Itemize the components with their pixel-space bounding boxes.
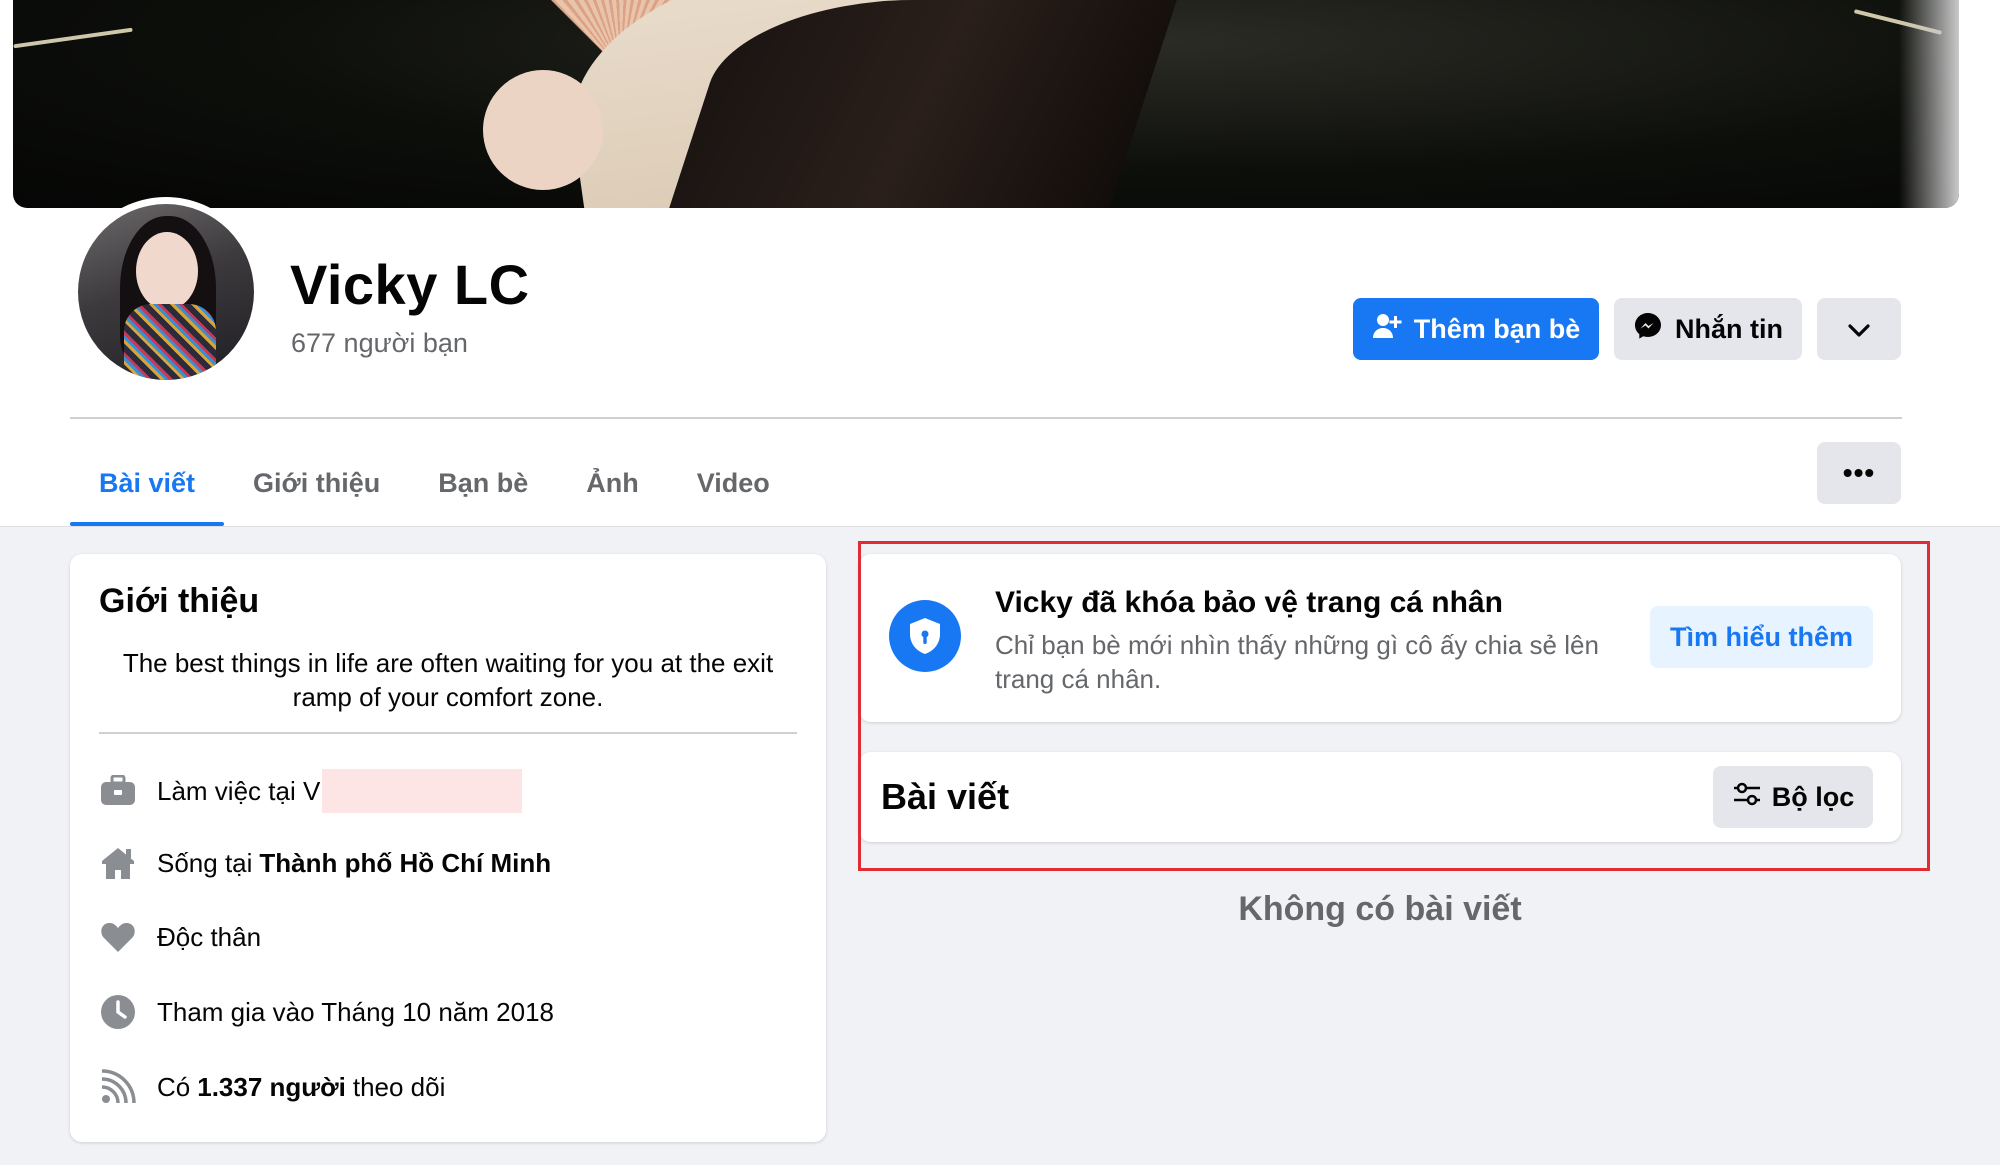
header-bottom-border [0,526,2000,527]
joined-date: Tham gia vào Tháng 10 năm 2018 [157,996,555,1027]
more-options-button[interactable] [1817,298,1901,360]
message-button[interactable]: Nhắn tin [1614,298,1802,360]
add-friend-icon [1372,312,1402,347]
branch-decoration [13,27,133,49]
message-label: Nhắn tin [1675,313,1783,344]
no-posts-message: Không có bài viết [1238,890,1522,928]
highlight-annotation [858,541,1930,871]
chevron-down-icon [1848,314,1870,345]
home-icon [99,844,137,882]
intro-divider [99,732,797,734]
friends-count[interactable]: 677 người bạn [291,328,468,359]
add-friend-label: Thêm bạn bè [1413,313,1581,344]
header-divider [70,417,1902,419]
relationship-info: Độc thân [99,912,261,962]
cover-photo[interactable] [13,0,1959,208]
messenger-icon [1633,311,1663,348]
followers-suffix: theo dõi [352,1071,446,1102]
tab-posts[interactable]: Bài viết [70,440,225,526]
redacted-block [322,769,523,813]
clock-icon [99,993,137,1031]
profile-tabs: Bài viết Giới thiệu Bạn bè Ảnh Video [70,440,799,526]
joined-info: Tham gia vào Tháng 10 năm 2018 [99,987,554,1037]
followers-prefix: Có [157,1071,191,1102]
work-prefix: Làm việc tại [157,775,296,806]
briefcase-icon [99,772,137,810]
avatar[interactable] [78,204,254,380]
lives-city[interactable]: Thành phố Hồ Chí Minh [259,848,551,879]
heart-icon [99,918,137,956]
hand-decoration [483,70,603,190]
intro-title: Giới thiệu [99,582,260,620]
relationship-status: Độc thân [157,921,262,952]
work-place[interactable]: V [303,776,320,807]
intro-card: Giới thiệu The best things in life are o… [70,554,826,1142]
tab-about[interactable]: Giới thiệu [224,440,409,526]
bio-text: The best things in life are often waitin… [122,648,774,712]
lives-info: Sống tại Thành phố Hồ Chí Minh [99,838,558,888]
followers-info: Có 1.337 người theo dõi [99,1062,445,1112]
tab-photos[interactable]: Ảnh [557,440,667,526]
followers-count[interactable]: 1.337 người [197,1072,346,1103]
profile-name: Vicky LC [290,253,530,316]
lives-prefix: Sống tại [157,847,253,878]
tabs-more-button[interactable]: ••• [1817,442,1901,504]
avatar-face [136,232,198,310]
tab-friends[interactable]: Bạn bè [409,440,557,526]
avatar-outfit [124,304,216,380]
rss-icon [99,1068,137,1106]
cover-fade [1899,0,1959,208]
tab-videos[interactable]: Video [668,440,799,526]
add-friend-button[interactable]: Thêm bạn bè [1353,298,1599,360]
work-info: Làm việc tại V [99,766,523,816]
